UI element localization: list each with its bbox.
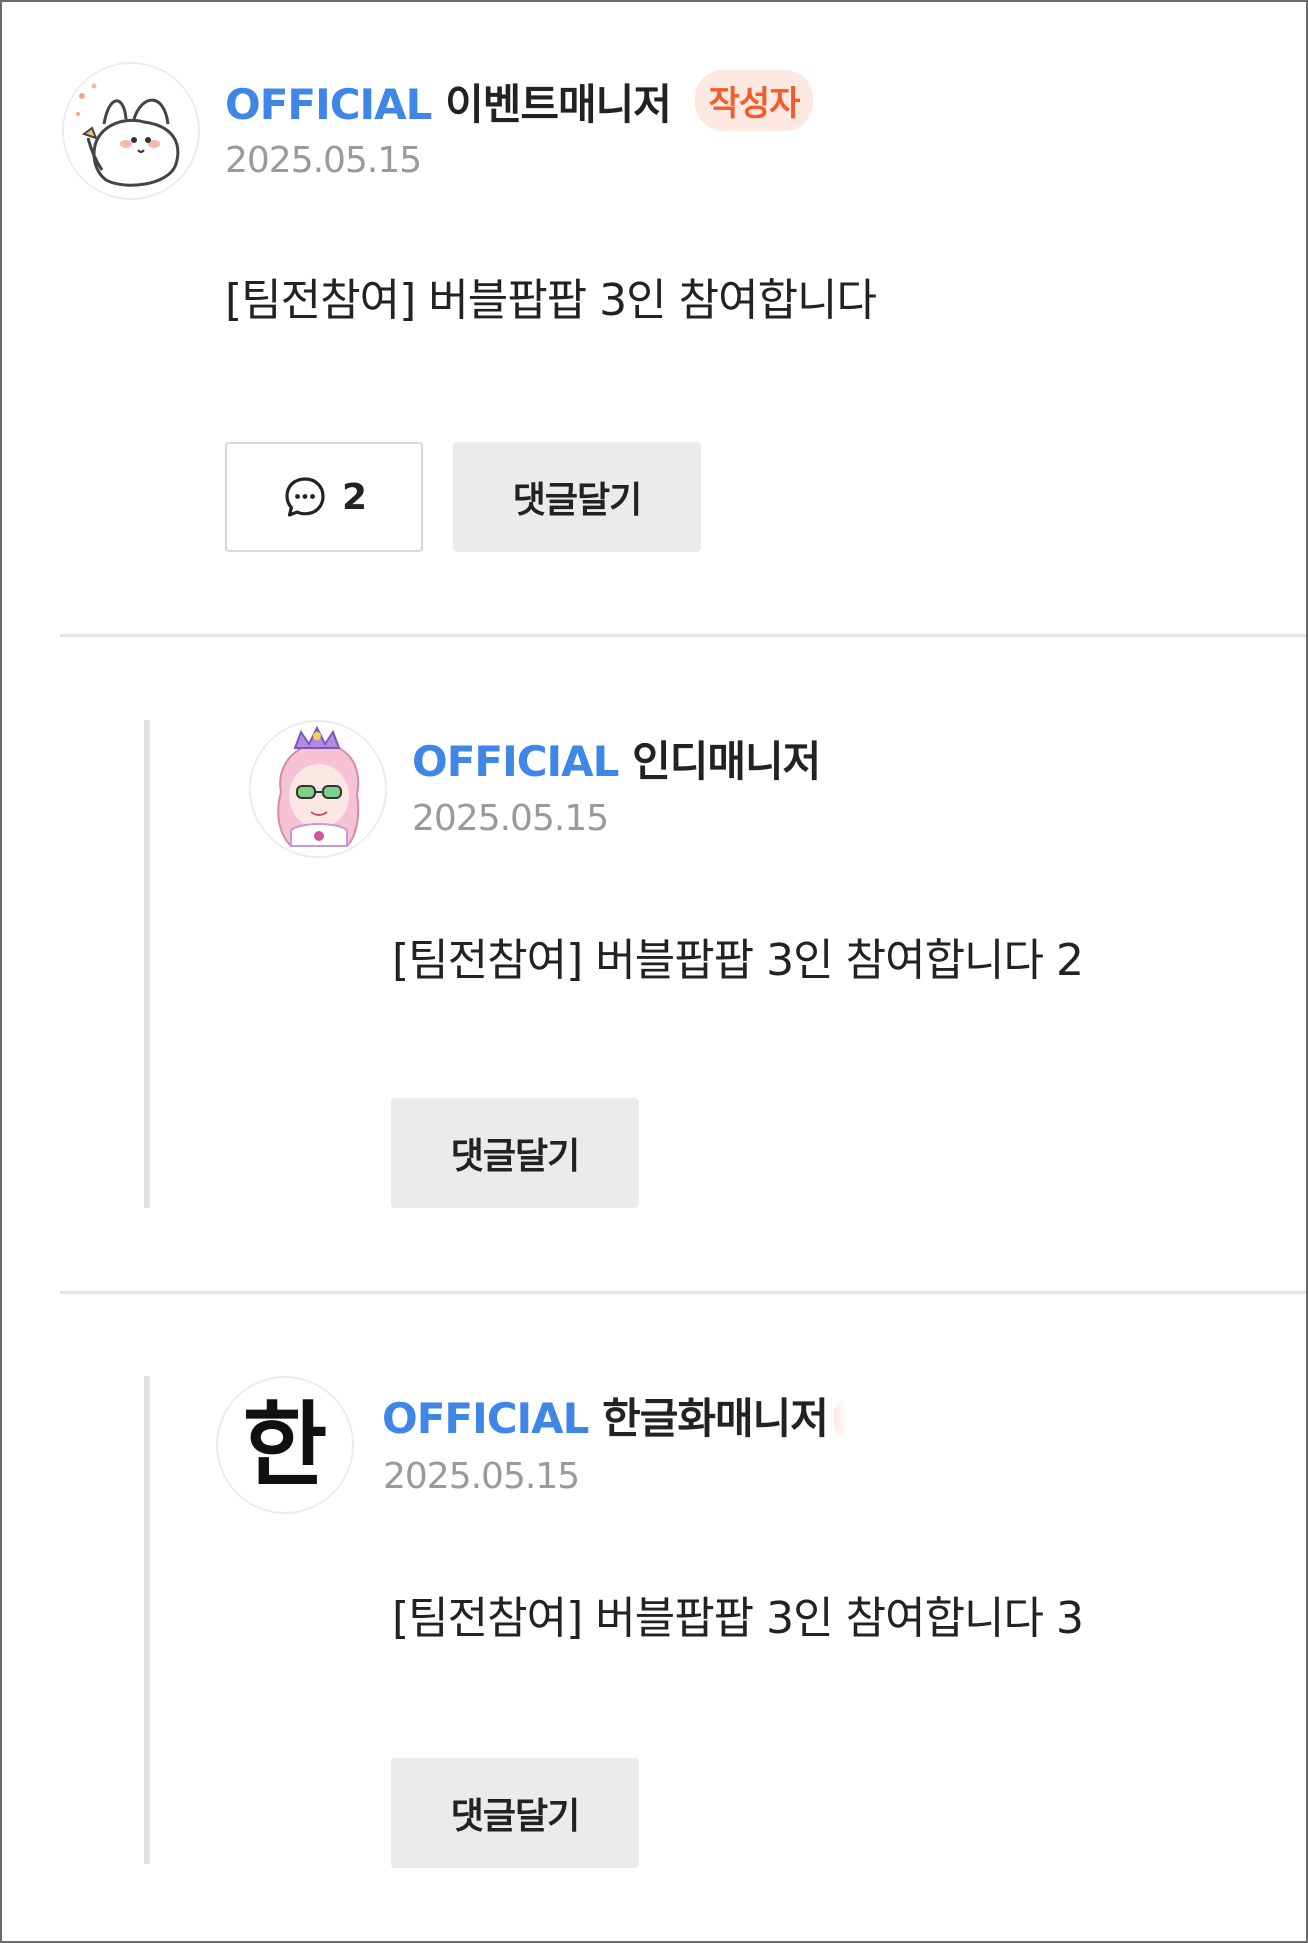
divider [60, 1291, 1306, 1294]
post-date: 2025.05.15 [225, 140, 422, 181]
author-nickname[interactable]: 한글화매니저 [602, 1394, 829, 1443]
avatar-glyph: 한 [242, 1391, 328, 1499]
reply-message: [팀전참여] 버블팝팝 3인 참여합니다 2 [392, 935, 1084, 986]
author-nickname[interactable]: 이벤트매니저 [445, 80, 672, 129]
author-line: OFFICIAL 한글화매니저 [382, 1385, 848, 1446]
author-line: OFFICIAL 인디매니저 [412, 728, 821, 789]
official-label: OFFICIAL [225, 80, 432, 129]
comment-bubble-icon [285, 477, 325, 517]
badge-edge [833, 1399, 848, 1439]
reply-thread-line [144, 720, 150, 1208]
reply-button[interactable]: 댓글달기 [391, 1098, 639, 1208]
comment-count: 2 [341, 476, 367, 518]
post-message: [팀전참여] 버블팝팝 3인 참여합니다 [225, 275, 877, 326]
comment-thread: OFFICIAL 이벤트매니저 작성자 2025.05.15 [팀전참여] 버블… [0, 0, 1308, 1943]
author-line: OFFICIAL 이벤트매니저 작성자 [225, 70, 814, 132]
comment-count-button[interactable]: 2 [225, 442, 423, 552]
reply-date: 2025.05.15 [412, 798, 609, 839]
reply-button[interactable]: 댓글달기 [391, 1758, 639, 1868]
official-label: OFFICIAL [382, 1394, 589, 1443]
avatar-indie-manager[interactable] [249, 720, 387, 858]
divider [60, 634, 1306, 637]
reply-date: 2025.05.15 [383, 1456, 580, 1497]
official-label: OFFICIAL [412, 737, 619, 786]
bunny-avatar-icon [64, 64, 198, 198]
author-badge: 작성자 [694, 70, 814, 131]
character-avatar-icon [251, 722, 385, 856]
avatar-event-manager[interactable] [62, 62, 200, 200]
avatar-localization-manager[interactable]: 한 [216, 1376, 354, 1514]
reply-message: [팀전참여] 버블팝팝 3인 참여합니다 3 [392, 1593, 1084, 1644]
reply-thread-line [144, 1376, 150, 1864]
reply-button[interactable]: 댓글달기 [453, 442, 701, 552]
author-nickname[interactable]: 인디매니저 [632, 737, 821, 786]
